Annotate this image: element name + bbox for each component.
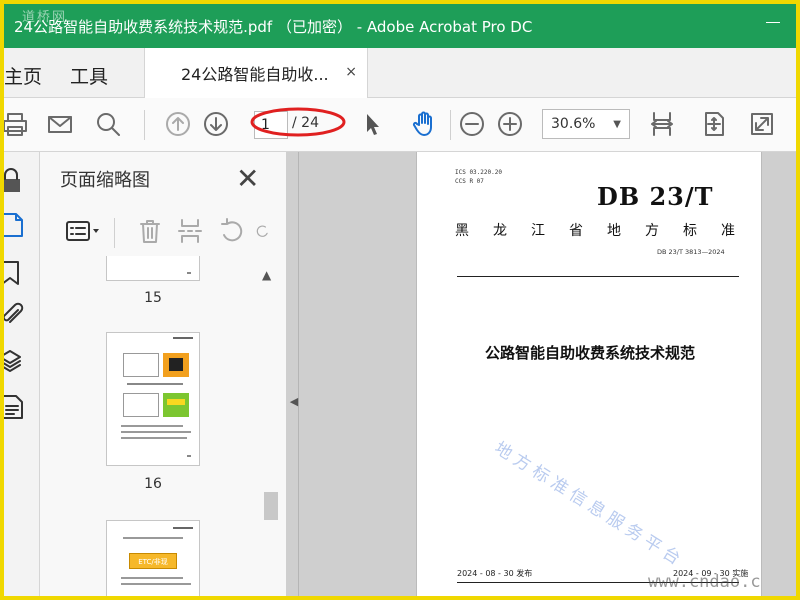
toolbar-separator <box>144 110 145 140</box>
title-bar: 道桥网 24公路智能自助收费系统技术规范.pdf （已加密） - Adobe A… <box>4 4 796 48</box>
hand-tool-icon[interactable] <box>406 106 442 142</box>
mail-icon[interactable] <box>42 106 78 142</box>
pdf-page: ICS 03.220.20 CCS R 07 DB 23/T 黑 龙 江 省 地… <box>416 152 762 596</box>
province-standard-heading: 黑 龙 江 省 地 方 标 准 <box>455 220 735 240</box>
toolbar-separator <box>114 218 115 248</box>
heading-char: 省 <box>569 223 583 239</box>
options-menu-icon[interactable] <box>62 214 106 248</box>
red-annotation-ellipse <box>250 107 346 137</box>
scroll-up-icon[interactable]: ▲ <box>262 268 271 282</box>
heading-char: 黑 <box>455 223 469 239</box>
document-icon[interactable] <box>4 394 28 424</box>
collapse-panel-icon[interactable]: ◀ <box>286 386 302 416</box>
document-tab[interactable]: 24公路智能自助收... × <box>144 48 368 98</box>
url-watermark: www.cndao.c <box>648 572 761 592</box>
tab-bar: 主页 工具 24公路智能自助收... × <box>4 48 796 98</box>
thumbnail-scrollbar[interactable]: ▲ <box>260 260 278 596</box>
ccs-line: CCS R 07 <box>455 178 484 185</box>
bookmark-icon[interactable] <box>4 260 28 290</box>
lock-icon[interactable] <box>4 168 28 198</box>
select-arrow-icon[interactable] <box>354 106 390 142</box>
zoom-level-value: 30.6% <box>551 116 596 132</box>
close-tab-icon[interactable]: × <box>345 64 357 80</box>
delete-icon[interactable] <box>132 214 168 248</box>
page-down-icon[interactable] <box>198 106 234 142</box>
chevron-down-icon: ▼ <box>613 119 621 130</box>
document-number: DB 23/T 3813—2024 <box>657 248 725 256</box>
window-title: 24公路智能自助收费系统技术规范.pdf （已加密） - Adobe Acrob… <box>14 17 533 36</box>
undo-icon[interactable] <box>214 214 250 248</box>
pages-icon[interactable] <box>4 212 28 242</box>
navigation-rail <box>4 152 40 596</box>
minimize-button[interactable] <box>764 14 782 32</box>
heading-char: 方 <box>645 223 659 239</box>
insert-icon[interactable] <box>172 214 208 248</box>
main-toolbar: / 24 30.6% ▼ <box>4 98 796 152</box>
zoom-in-icon[interactable] <box>492 106 528 142</box>
page-thumbnails-panel: 页面缩略图 ✕ ▲ 15 16 ETC/非现 <box>40 152 286 596</box>
thumbnail-page-15[interactable] <box>106 256 200 281</box>
thumbnail-toolbar <box>40 208 286 256</box>
page-up-icon[interactable] <box>160 106 196 142</box>
layers-icon[interactable] <box>4 348 28 378</box>
heading-char: 地 <box>607 223 621 239</box>
close-panel-icon[interactable]: ✕ <box>236 162 259 195</box>
heading-char: 江 <box>531 223 545 239</box>
redo-icon[interactable] <box>254 214 270 248</box>
publish-date: 2024 - 08 - 30 发布 <box>457 569 533 578</box>
heading-char: 准 <box>721 223 735 239</box>
scrollbar-thumb[interactable] <box>264 492 278 520</box>
document-tab-label: 24公路智能自助收... <box>181 65 329 84</box>
ics-code: ICS 03.220.20 CCS R 07 <box>455 168 502 186</box>
fit-page-icon[interactable] <box>696 106 732 142</box>
attachment-icon[interactable] <box>4 302 28 332</box>
menu-home[interactable]: 主页 <box>4 62 42 89</box>
search-icon[interactable] <box>90 106 126 142</box>
thumbnail-page-16[interactable] <box>106 332 200 466</box>
ics-line: ICS 03.220.20 <box>455 169 502 176</box>
panel-title: 页面缩略图 <box>60 170 150 191</box>
print-icon[interactable] <box>4 106 32 142</box>
thumbnail-label: 15 <box>144 290 162 306</box>
thumbnail-page-17[interactable]: ETC/非现 <box>106 520 200 596</box>
acrobat-window: 道桥网 24公路智能自助收费系统技术规范.pdf （已加密） - Adobe A… <box>4 4 796 596</box>
panel-splitter[interactable] <box>298 152 299 596</box>
etc-badge: ETC/非现 <box>129 553 177 569</box>
full-screen-icon[interactable] <box>744 106 780 142</box>
heading-char: 龙 <box>493 223 507 239</box>
document-title: 公路智能自助收费系统技术规范 <box>484 344 695 362</box>
menu-tools[interactable]: 工具 <box>70 62 108 89</box>
toolbar-separator <box>450 110 451 140</box>
site-logo-watermark: 道桥网 <box>22 10 68 25</box>
thumbnail-label: 16 <box>144 476 162 492</box>
fit-width-icon[interactable] <box>644 106 680 142</box>
heading-char: 标 <box>683 223 697 239</box>
header-rule <box>457 276 739 277</box>
zoom-out-icon[interactable] <box>454 106 490 142</box>
standard-mark: DB 23/T <box>597 182 714 211</box>
zoom-level-select[interactable]: 30.6% ▼ <box>542 109 630 139</box>
